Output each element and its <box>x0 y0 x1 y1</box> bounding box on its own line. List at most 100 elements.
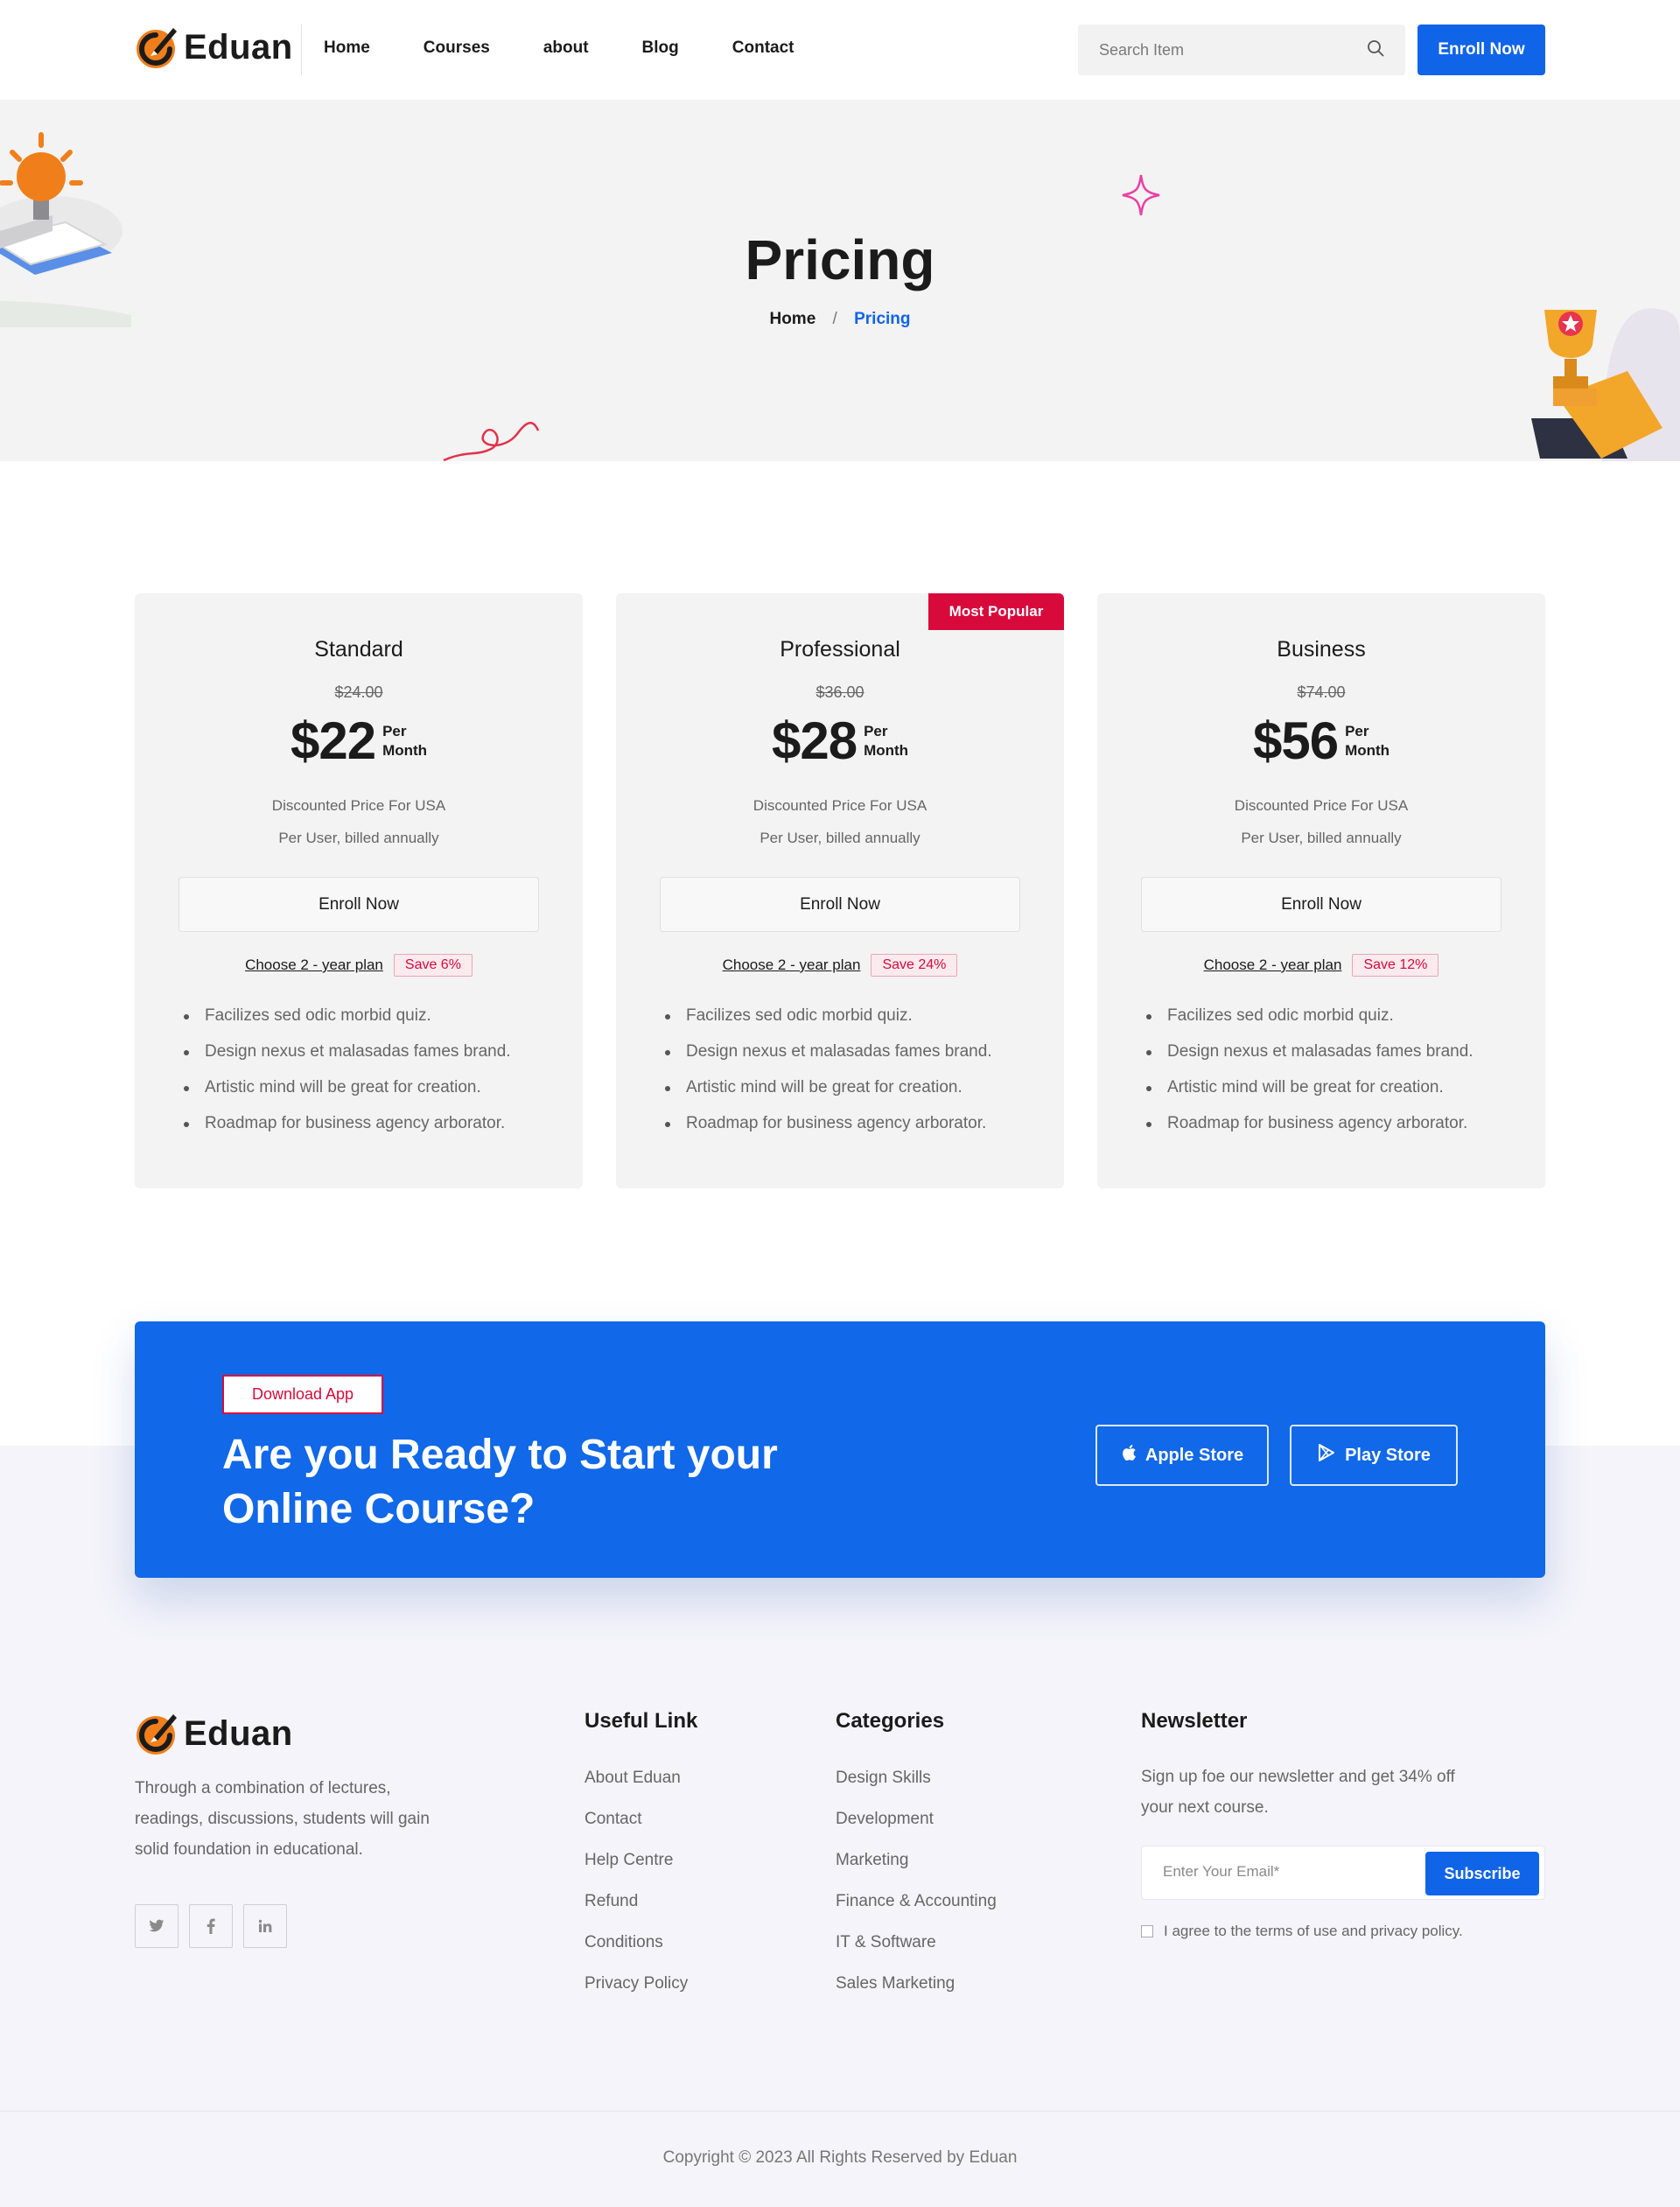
footer-link-privacy[interactable]: Privacy Policy <box>584 1974 688 1993</box>
plan-name: Business <box>1277 637 1366 662</box>
feature-item: Design nexus et malasadas fames brand. <box>1146 1042 1474 1061</box>
email-field[interactable] <box>1163 1863 1408 1881</box>
category-link[interactable]: Sales Marketing <box>836 1974 955 1993</box>
two-year-plan-link[interactable]: Choose 2 - year plan <box>1204 956 1342 974</box>
plan-enroll-button[interactable]: Enroll Now <box>178 877 539 932</box>
price: $56 <box>1252 711 1339 770</box>
footer-link-help-centre[interactable]: Help Centre <box>584 1851 673 1869</box>
search-box <box>1078 25 1405 75</box>
copyright-text: Copyright © 2023 All Rights Reserved by … <box>662 2148 1018 2167</box>
pricing-card-standard: Standard $24.00 $22 Per Month Discounted … <box>135 593 583 1188</box>
footer-logo[interactable]: Eduan <box>135 1711 293 1756</box>
breadcrumb-home[interactable]: Home <box>769 310 816 328</box>
feature-item: Artistic mind will be great for creation… <box>1146 1078 1474 1097</box>
two-year-plan-link[interactable]: Choose 2 - year plan <box>245 956 383 974</box>
feature-item: Design nexus et malasadas fames brand. <box>665 1042 992 1061</box>
nav-home[interactable]: Home <box>324 39 370 58</box>
play-store-button[interactable]: Play Store <box>1290 1425 1458 1486</box>
linkedin-icon[interactable] <box>243 1904 287 1948</box>
newsletter-text: Sign up foe our newsletter and get 34% o… <box>1141 1768 1455 1817</box>
download-app-banner: Download App Are you Ready to Start your… <box>135 1321 1545 1578</box>
billing-note: Per User, billed annually <box>278 830 439 846</box>
plan-option: Choose 2 - year plan Save 6% <box>135 954 583 977</box>
nav-about[interactable]: about <box>543 39 589 58</box>
site-header: Eduan Home Courses about Blog Contact En… <box>0 0 1680 100</box>
category-link[interactable]: IT & Software <box>836 1933 936 1951</box>
footer-link-contact[interactable]: Contact <box>584 1810 641 1828</box>
feature-item: Artistic mind will be great for creation… <box>665 1078 992 1097</box>
old-price: $24.00 <box>334 683 383 701</box>
newsletter-title: Newsletter <box>1141 1709 1248 1733</box>
plan-enroll-button[interactable]: Enroll Now <box>1141 877 1502 932</box>
nav-divider <box>301 25 302 75</box>
category-link[interactable]: Design Skills <box>836 1769 931 1787</box>
footer-link-conditions[interactable]: Conditions <box>584 1933 663 1951</box>
save-badge: Save 24% <box>871 954 958 977</box>
terms-checkbox[interactable] <box>1141 1925 1153 1937</box>
nav-contact[interactable]: Contact <box>732 39 794 58</box>
plan-name: Standard <box>314 637 403 662</box>
price-row: $22 Per Month <box>135 711 583 771</box>
nav-blog[interactable]: Blog <box>642 39 679 58</box>
most-popular-badge: Most Popular <box>928 593 1064 630</box>
download-app-tag: Download App <box>222 1375 383 1414</box>
category-link[interactable]: Development <box>836 1810 934 1828</box>
enroll-now-button[interactable]: Enroll Now <box>1418 25 1545 75</box>
facebook-icon[interactable] <box>189 1904 233 1948</box>
page-title: Pricing <box>745 228 935 291</box>
twitter-icon[interactable] <box>135 1904 178 1948</box>
price-period: Per Month <box>1345 722 1390 759</box>
logo-icon <box>135 1711 180 1756</box>
logo-text: Eduan <box>184 1713 293 1753</box>
subscribe-button[interactable]: Subscribe <box>1425 1852 1539 1895</box>
useful-links-column: Useful Link About Eduan Contact Help Cen… <box>584 1709 697 2015</box>
feature-item: Design nexus et malasadas fames brand. <box>184 1042 511 1061</box>
old-price: $36.00 <box>816 683 864 701</box>
sparkle-icon <box>1122 174 1160 216</box>
feature-item: Roadmap for business agency arborator. <box>665 1114 992 1133</box>
price-note: Discounted Price For USA <box>1234 797 1409 814</box>
footer-link-about[interactable]: About Eduan <box>584 1769 681 1787</box>
nav-courses[interactable]: Courses <box>424 39 490 58</box>
footer-divider <box>0 2111 1680 2112</box>
logo-icon <box>135 25 180 70</box>
footer-link-refund[interactable]: Refund <box>584 1892 638 1910</box>
search-icon[interactable] <box>1367 39 1384 61</box>
feature-item: Facilizes sed odic morbid quiz. <box>665 1006 992 1026</box>
price-note: Discounted Price For USA <box>271 797 446 814</box>
logo-text: Eduan <box>184 27 293 67</box>
apple-store-button[interactable]: Apple Store <box>1096 1425 1269 1486</box>
lightbulb-book-illustration <box>0 132 131 327</box>
feature-list: Facilizes sed odic morbid quiz. Design n… <box>184 1006 511 1150</box>
feature-item: Artistic mind will be great for creation… <box>184 1078 511 1097</box>
apple-icon <box>1121 1444 1137 1467</box>
save-badge: Save 12% <box>1352 954 1439 977</box>
social-links <box>135 1904 287 1948</box>
logo[interactable]: Eduan <box>135 25 293 70</box>
play-store-icon <box>1317 1443 1336 1468</box>
search-input[interactable] <box>1099 40 1367 60</box>
price-row: $56 Per Month <box>1097 711 1545 771</box>
terms-agreement: I agree to the terms of use and privacy … <box>1141 1923 1545 1940</box>
category-link[interactable]: Marketing <box>836 1851 908 1869</box>
pricing-card-business: Business $74.00 $56 Per Month Discounted … <box>1097 593 1545 1188</box>
billing-note: Per User, billed annually <box>760 830 920 846</box>
play-store-label: Play Store <box>1345 1445 1431 1465</box>
two-year-plan-link[interactable]: Choose 2 - year plan <box>723 956 861 974</box>
price-row: $28 Per Month <box>616 711 1064 771</box>
footer-about-text: Through a combination of lectures, readi… <box>135 1779 430 1859</box>
billing-note: Per User, billed annually <box>1241 830 1402 846</box>
price-period: Per Month <box>864 722 909 759</box>
plan-name: Professional <box>780 637 900 662</box>
plan-option: Choose 2 - year plan Save 12% <box>1097 954 1545 977</box>
feature-item: Facilizes sed odic morbid quiz. <box>1146 1006 1474 1026</box>
category-link[interactable]: Finance & Accounting <box>836 1892 997 1910</box>
price-period: Per Month <box>382 722 428 759</box>
terms-label: I agree to the terms of use and privacy … <box>1164 1923 1463 1939</box>
breadcrumb-current: Pricing <box>854 310 911 328</box>
feature-list: Facilizes sed odic morbid quiz. Design n… <box>665 1006 992 1150</box>
price-note: Discounted Price For USA <box>752 797 928 814</box>
plan-enroll-button[interactable]: Enroll Now <box>660 877 1020 932</box>
curly-line-decoration <box>443 422 540 461</box>
page-hero: Pricing Home / Pricing <box>0 100 1680 461</box>
